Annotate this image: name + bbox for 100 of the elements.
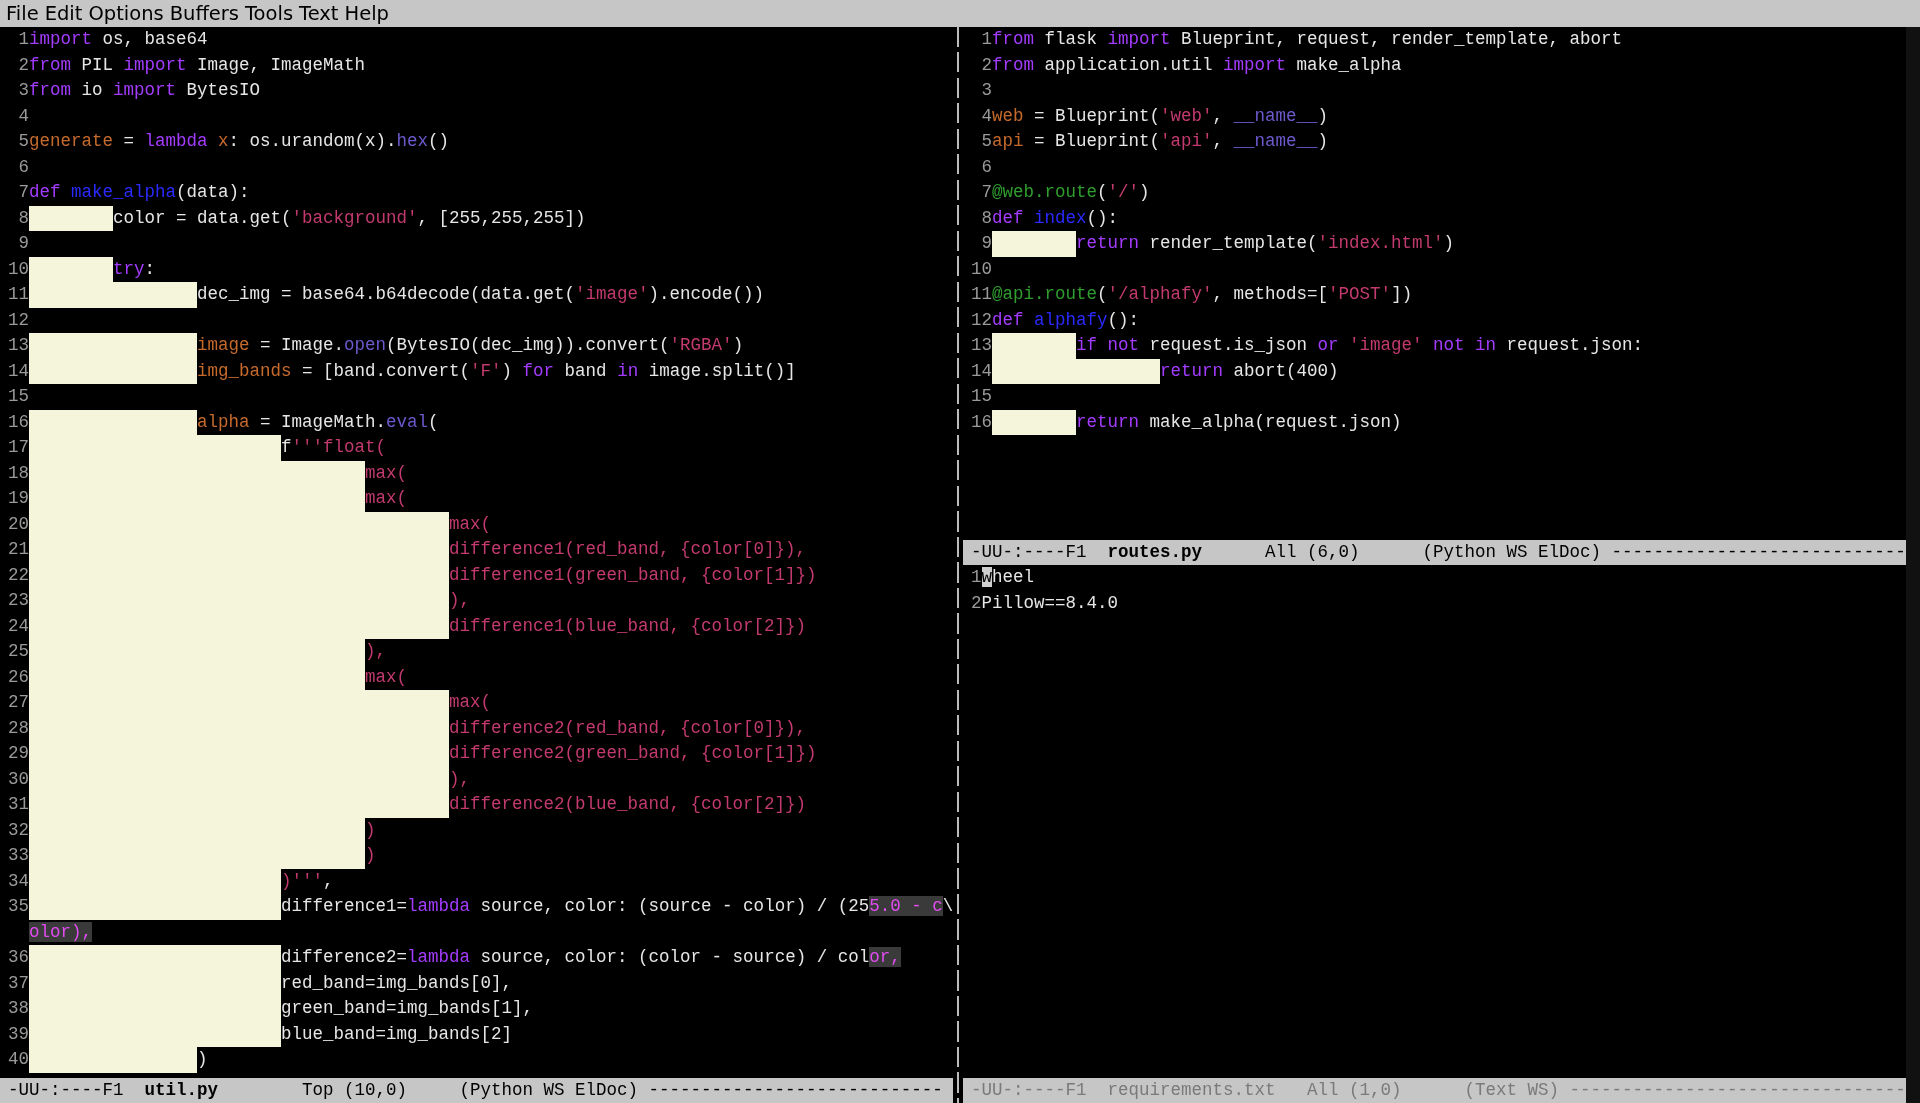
line-number: 17 (8, 436, 29, 459)
line-number: 15 (971, 385, 992, 408)
code-line: api = Blueprint('api', __name__) (992, 130, 1329, 153)
code-line: img_bands = [band.convert('F') for band in image.split()] (197, 359, 796, 383)
code-line: difference1(red_band, {color[0]}), (449, 538, 807, 561)
code-line: ) (365, 818, 376, 842)
code-line: difference1(blue_band, {color[2]}) (449, 614, 807, 638)
line-number: 35 (8, 895, 29, 918)
menu-item[interactable]: Options (88, 2, 170, 25)
line-number: 33 (8, 844, 29, 867)
code-line: wheel (981, 566, 1035, 589)
line-number: 2 (17, 53, 29, 77)
menu-item[interactable]: Tools (245, 2, 300, 25)
line-number: 5 (17, 130, 29, 153)
code-line: @web.route('/') (992, 181, 1150, 204)
line-number: 10 (971, 257, 992, 281)
line-number: 13 (8, 334, 29, 357)
mode-line-status: -UU-:----F1 (971, 542, 1087, 563)
line-number: 9 (980, 232, 992, 255)
line-number: 25 (8, 640, 29, 663)
cursor-position: All (1,0) (1307, 1080, 1403, 1101)
line-number: 21 (8, 538, 29, 561)
code-line: from io import BytesIO (29, 79, 261, 102)
code-line: max( (365, 461, 408, 485)
major-mode: (Python WS ElDoc) (459, 1080, 639, 1101)
buffer-name: routes.py (1107, 542, 1204, 563)
line-number: 6 (980, 155, 992, 179)
code-line: generate = lambda x: os.urandom(x).hex() (29, 130, 450, 153)
line-number: 27 (8, 691, 29, 714)
menu-item[interactable]: Text (299, 2, 345, 25)
menu-item[interactable]: Help (344, 2, 395, 25)
code-line: import os, base64 (29, 28, 208, 51)
menu-item[interactable]: Buffers (169, 2, 245, 25)
major-mode: (Python WS ElDoc) (1422, 542, 1602, 563)
code-line: return make_alpha(request.json) (1076, 410, 1402, 434)
line-number: 31 (8, 793, 29, 816)
line-number: 36 (8, 946, 29, 969)
code-line: ) (365, 844, 376, 867)
line-number: 18 (8, 461, 29, 485)
line-number: 5 (980, 130, 992, 153)
line-number: 1 (17, 28, 29, 51)
line-number: 2 (980, 53, 992, 77)
line-number: 29 (8, 742, 29, 765)
line-number: 12 (8, 308, 29, 332)
line-number: 14 (8, 359, 29, 383)
code-line: return render_template('index.html') (1076, 232, 1455, 255)
code-line: ), (449, 767, 471, 791)
line-number: 32 (8, 818, 29, 842)
code-line: f'''float( (281, 436, 387, 459)
code-line: from PIL import Image, ImageMath (29, 53, 366, 77)
code-line: try: (113, 257, 156, 281)
code-line: def alphafy(): (992, 308, 1140, 332)
line-number: 11 (971, 283, 992, 306)
code-line: dec_img = base64.b64decode(data.get('image').encode()) (197, 283, 765, 306)
code-line: green_band=img_bands[1], (281, 997, 534, 1020)
line-number: 26 (8, 665, 29, 689)
code-line: max( (449, 691, 492, 714)
line-number: 9 (17, 232, 29, 255)
code-line: if not request.is_json or 'image' not in request.json: (1076, 334, 1644, 357)
code-line: difference2=lambda source, color: (color - source) / color, (281, 946, 901, 969)
major-mode: (Text WS) (1464, 1080, 1560, 1101)
code-line: difference2(blue_band, {color[2]}) (449, 793, 807, 816)
line-number: 37 (8, 971, 29, 995)
code-line: alpha = ImageMath.eval( (197, 410, 439, 434)
buffer-name: requirements.txt (1107, 1080, 1276, 1101)
mode-line-dashes: ---------------------------- (648, 1080, 943, 1101)
code-line: def index(): (992, 206, 1119, 230)
line-number: 16 (971, 410, 992, 434)
line-number: 8 (980, 206, 992, 230)
line-number: 6 (17, 155, 29, 179)
menu-item[interactable]: Edit (44, 2, 89, 25)
code-line: blue_band=img_bands[2] (281, 1022, 513, 1046)
code-line: Pillow==8.4.0 (981, 591, 1119, 615)
line-number: 38 (8, 997, 29, 1020)
code-line: from flask import Blueprint, request, render_template, abort (992, 28, 1623, 51)
mode-line-status: -UU-:----F1 (971, 1080, 1087, 1101)
code-line: color = data.get('background', [255,255,255]) (113, 206, 586, 230)
line-number: 7 (17, 181, 29, 204)
code-line: web = Blueprint('web', __name__) (992, 104, 1329, 128)
line-number: 24 (8, 614, 29, 638)
code-line: difference2(green_band, {color[1]}) (449, 742, 817, 765)
code-line: difference1=lambda source, color: (source - color) / (255.0 - c\ (281, 895, 953, 918)
code-line: )''', (281, 869, 334, 893)
line-number: 3 (17, 79, 29, 102)
line-number: 16 (8, 410, 29, 434)
line-number: 1 (971, 566, 982, 589)
cursor-position: Top (10,0) (302, 1080, 409, 1101)
code-line: difference2(red_band, {color[0]}), (449, 716, 807, 740)
line-number: 28 (8, 716, 29, 740)
line-number: 13 (971, 334, 992, 357)
line-number: 39 (8, 1022, 29, 1046)
code-line: ) (197, 1048, 208, 1071)
line-number: 19 (8, 487, 29, 510)
code-line: ), (449, 589, 471, 612)
line-number: 4 (17, 104, 29, 128)
mode-line-dashes: -------------------------------- (1569, 1080, 1906, 1101)
mode-line-status: -UU-:----F1 (8, 1080, 124, 1101)
menu-item[interactable]: File (6, 2, 45, 25)
mode-line-dashes: ---------------------------- (1611, 542, 1906, 563)
code-line: max( (365, 487, 408, 510)
